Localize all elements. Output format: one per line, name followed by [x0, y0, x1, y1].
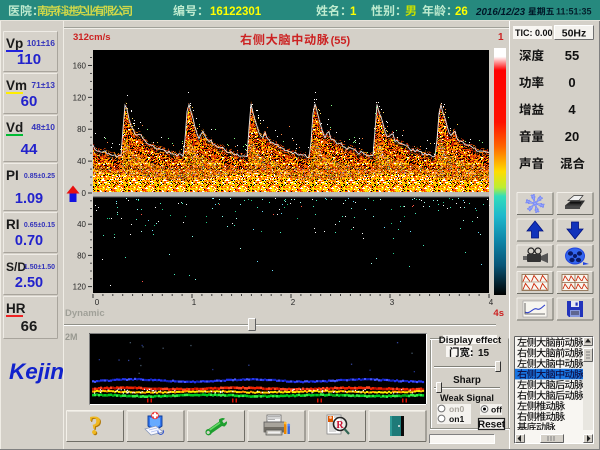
svg-text:1.50±1.50: 1.50±1.50 — [24, 264, 55, 271]
svg-text:Sharp: Sharp — [453, 375, 481, 386]
svg-text:PI: PI — [6, 168, 19, 183]
svg-text:1: 1 — [498, 32, 504, 43]
svg-text:(55): (55) — [331, 35, 351, 47]
svg-text:101±16: 101±16 — [27, 38, 56, 48]
svg-text:Dynamic: Dynamic — [65, 308, 105, 319]
svg-text:120: 120 — [73, 93, 87, 102]
svg-text:44: 44 — [21, 141, 38, 158]
svg-text:80: 80 — [77, 251, 86, 260]
svg-text:Vm: Vm — [6, 78, 27, 93]
svg-text:2.50: 2.50 — [15, 275, 43, 291]
svg-text:0: 0 — [568, 75, 575, 90]
svg-text:4s: 4s — [493, 308, 504, 319]
svg-text:Weak Signal: Weak Signal — [440, 393, 494, 403]
svg-text:HR: HR — [6, 301, 26, 316]
svg-text:16122301: 16122301 — [210, 6, 262, 18]
svg-text:66: 66 — [21, 318, 38, 335]
svg-text:Vd: Vd — [6, 120, 23, 135]
svg-text:0.70: 0.70 — [15, 233, 43, 249]
svg-text:4: 4 — [568, 102, 576, 117]
svg-text:2: 2 — [291, 298, 296, 307]
svg-text:?: ? — [89, 411, 102, 440]
svg-text:0: 0 — [95, 298, 100, 307]
svg-text:55: 55 — [565, 48, 579, 63]
svg-text:on1: on1 — [449, 414, 464, 424]
svg-text:120: 120 — [73, 283, 87, 292]
svg-text:1.09: 1.09 — [15, 191, 43, 207]
svg-text:20: 20 — [565, 129, 579, 144]
svg-text:15: 15 — [478, 348, 490, 359]
svg-text:160: 160 — [73, 61, 87, 70]
svg-text:RI: RI — [6, 217, 20, 232]
svg-text:Kejin: Kejin — [9, 359, 64, 384]
svg-text:11:51:35: 11:51:35 — [556, 7, 592, 17]
svg-text:80: 80 — [77, 125, 86, 134]
svg-text:Vp: Vp — [6, 36, 23, 51]
svg-text:0: 0 — [82, 189, 87, 198]
svg-text:TIC: 0.00: TIC: 0.00 — [515, 28, 553, 38]
svg-text:0.85±0.25: 0.85±0.25 — [24, 173, 55, 180]
svg-text:on0: on0 — [449, 404, 464, 414]
svg-text:3: 3 — [390, 298, 395, 307]
svg-text:40: 40 — [77, 220, 86, 229]
svg-text:60: 60 — [21, 93, 38, 110]
svg-text:40: 40 — [77, 157, 86, 166]
svg-text:0.65±0.15: 0.65±0.15 — [24, 222, 55, 229]
svg-text:4: 4 — [489, 298, 494, 307]
svg-text:1: 1 — [350, 6, 357, 18]
svg-text:71±13: 71±13 — [31, 80, 55, 90]
svg-text:312cm/s: 312cm/s — [73, 32, 111, 43]
svg-text:26: 26 — [455, 6, 468, 18]
svg-text:110: 110 — [17, 51, 41, 68]
svg-text:2016/12/23: 2016/12/23 — [475, 7, 526, 18]
svg-text:Display effect: Display effect — [439, 335, 502, 346]
svg-text:2M: 2M — [65, 332, 78, 342]
svg-text:50Hz: 50Hz — [562, 28, 587, 40]
svg-text:off: off — [491, 405, 502, 415]
svg-text:48±10: 48±10 — [31, 122, 55, 132]
svg-text:R: R — [336, 420, 344, 431]
svg-text:Reset: Reset — [478, 420, 506, 431]
svg-text:1: 1 — [192, 298, 197, 307]
